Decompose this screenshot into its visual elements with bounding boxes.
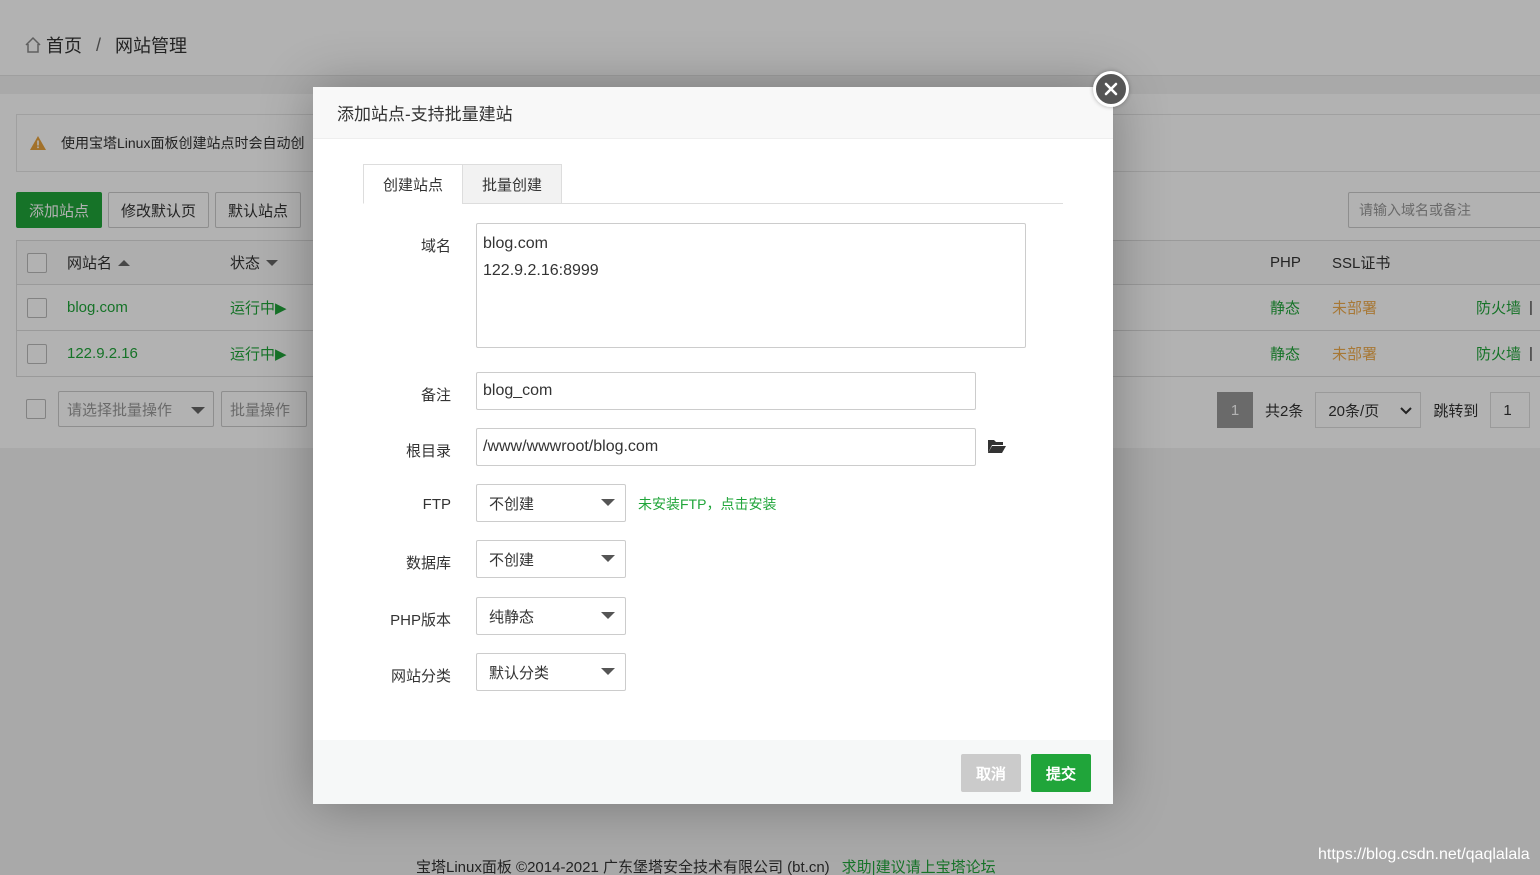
remark-input[interactable]: blog_com xyxy=(476,372,976,410)
category-label: 网站分类 xyxy=(390,668,451,685)
domain-line: 122.9.2.16:8999 xyxy=(483,262,599,279)
close-dialog-button[interactable] xyxy=(1093,71,1129,107)
category-select-value: 默认分类 xyxy=(489,664,550,682)
domain-textarea[interactable]: blog.com 122.9.2.16:8999 xyxy=(476,223,1026,348)
install-ftp-link[interactable]: 未安装FTP，点击安装 xyxy=(638,494,776,514)
chevron-down-icon xyxy=(601,499,615,506)
php-version-select-value: 纯静态 xyxy=(489,608,535,626)
category-select[interactable]: 默认分类 xyxy=(476,653,626,691)
ftp-select[interactable]: 不创建 xyxy=(476,484,626,522)
folder-open-icon[interactable] xyxy=(987,437,1007,455)
database-select[interactable]: 不创建 xyxy=(476,540,626,578)
dialog-footer: 取消 提交 xyxy=(313,740,1113,804)
close-icon xyxy=(1104,82,1118,96)
root-dir-input[interactable]: /www/wwwroot/blog.com xyxy=(476,428,976,466)
php-version-label: PHP版本 xyxy=(390,612,451,629)
tab-create-site[interactable]: 创建站点 xyxy=(363,164,464,204)
database-label: 数据库 xyxy=(405,555,451,572)
ftp-select-value: 不创建 xyxy=(489,495,535,513)
domain-label: 域名 xyxy=(420,238,451,255)
tab-batch-create[interactable]: 批量创建 xyxy=(462,164,563,204)
watermark: https://blog.csdn.net/qaqlalala xyxy=(1318,846,1530,863)
dialog-title: 添加站点-支持批量建站 xyxy=(313,87,1113,139)
domain-line: blog.com xyxy=(483,235,548,252)
remark-label: 备注 xyxy=(420,387,451,404)
database-select-value: 不创建 xyxy=(489,551,535,569)
dialog-tabs: 创建站点 批量创建 xyxy=(363,164,1063,204)
ftp-label: FTP xyxy=(422,496,451,513)
php-version-select[interactable]: 纯静态 xyxy=(476,597,626,635)
add-site-dialog: 添加站点-支持批量建站 创建站点 批量创建 域名 blog.com 122.9.… xyxy=(313,87,1113,804)
submit-button[interactable]: 提交 xyxy=(1031,754,1091,792)
chevron-down-icon xyxy=(601,668,615,675)
chevron-down-icon xyxy=(601,555,615,562)
cancel-button[interactable]: 取消 xyxy=(961,754,1021,792)
root-dir-label: 根目录 xyxy=(405,443,451,460)
chevron-down-icon xyxy=(601,612,615,619)
